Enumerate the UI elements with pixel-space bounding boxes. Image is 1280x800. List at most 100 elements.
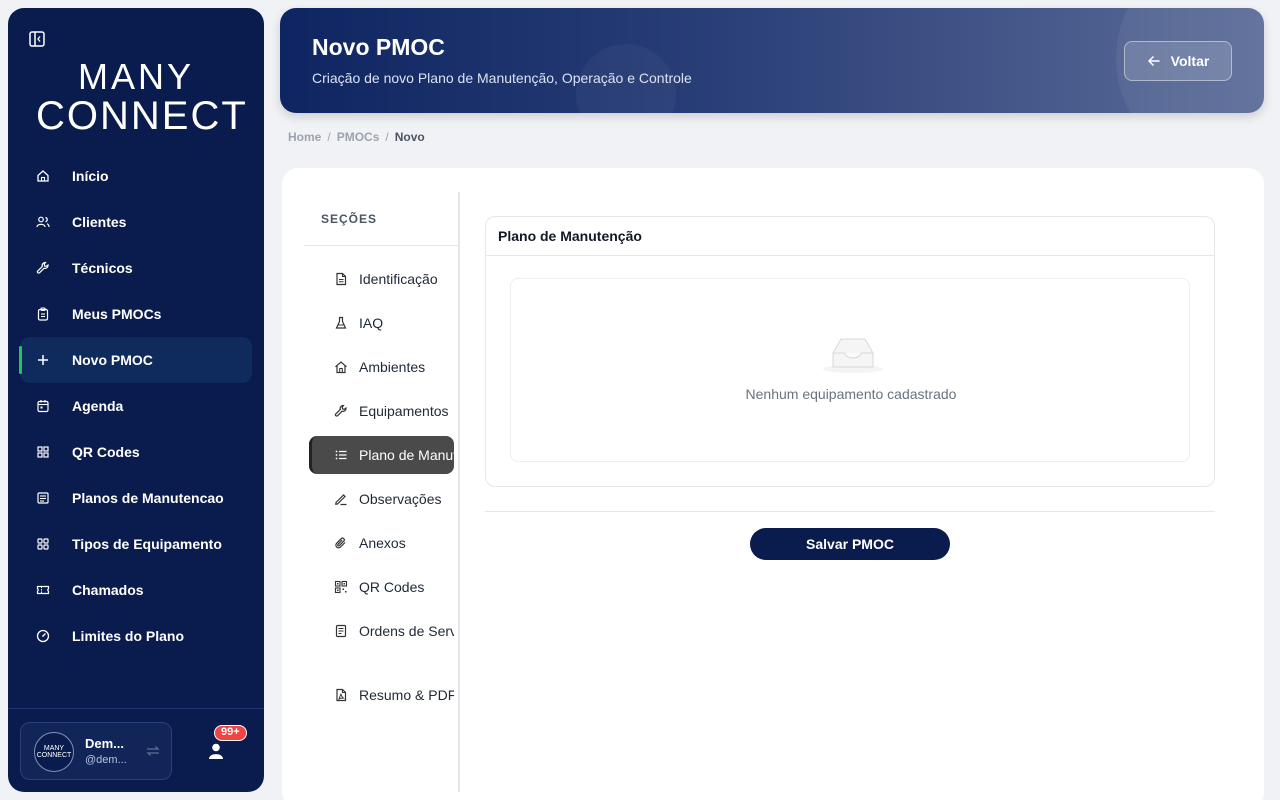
calendar-icon [36,399,50,413]
sidebar-item-label: Agenda [72,398,124,414]
back-button[interactable]: Voltar [1124,41,1232,81]
qr-grid-icon [334,580,348,594]
arrow-left-icon [1147,55,1160,67]
page-subtitle: Criação de novo Plano de Manutenção, Ope… [312,70,692,86]
sections-nav: SEÇÕES Identificação IAQ Ambientes Equip… [304,192,460,792]
sidebar-item-label: Técnicos [72,260,133,276]
sidebar-item-label: Clientes [72,214,127,230]
logo-line-1: MANY [77,56,194,97]
sidebar-item-qr-codes[interactable]: QR Codes [20,429,252,475]
nav-scroll-fade [8,668,264,708]
section-label: QR Codes [359,579,425,595]
breadcrumb-pmocs[interactable]: PMOCs [337,130,380,144]
sidebar-item-chamados[interactable]: Chamados [20,567,252,613]
sidebar-item-tecnicos[interactable]: Técnicos [20,245,252,291]
user-handle: @dem... [85,754,127,766]
section-label: Ordens de Serviço [359,623,454,639]
sidebar-item-label: Início [72,168,109,184]
flask-icon [334,316,348,330]
section-ambientes[interactable]: Ambientes [309,348,454,386]
divider [485,511,1215,512]
breadcrumb-separator: / [327,130,331,144]
section-observacoes[interactable]: Observações [309,480,454,518]
section-qr-codes[interactable]: QR Codes [309,568,454,606]
section-resumo-pdf[interactable]: Resumo & PDF [309,676,454,714]
pencil-icon [334,492,348,506]
empty-inbox-icon [821,331,885,375]
sidebar-item-label: Meus PMOCs [72,306,162,322]
wrench-icon [36,261,50,275]
sidebar-item-limites-do-plano[interactable]: Limites do Plano [20,613,252,659]
sidebar-item-novo-pmoc[interactable]: Novo PMOC [19,337,252,383]
receipt-icon [334,624,348,638]
breadcrumb-current: Novo [394,130,425,144]
home-icon [334,360,348,374]
wrench-icon [334,404,348,418]
page-header: Novo PMOC Criação de novo Plano de Manut… [280,8,1264,113]
section-equipamentos[interactable]: Equipamentos [309,392,454,430]
section-identificacao[interactable]: Identificação [309,260,454,298]
avatar-line-2: CONNECT [36,752,72,759]
sidebar-nav: Início Clientes Técnicos Meus PMOCs Novo… [19,153,252,659]
grid-icon [36,537,50,551]
paperclip-icon [334,536,348,550]
plus-icon [36,353,50,367]
breadcrumb: Home / PMOCs / Novo [288,130,431,144]
home-icon [36,169,50,183]
ticket-icon [36,583,50,597]
sidebar-item-inicio[interactable]: Início [20,153,252,199]
back-button-label: Voltar [1170,53,1210,69]
breadcrumb-separator: / [385,130,389,144]
gauge-icon [36,629,50,643]
save-pmoc-button[interactable]: Salvar PMOC [750,528,950,560]
list-icon [36,491,50,505]
brand-logo: MANY CONNECT [36,56,248,138]
section-label: Ambientes [359,359,426,375]
section-plano-de-manutencao[interactable]: Plano de Manutenção [309,436,454,474]
section-iaq[interactable]: IAQ [309,304,454,342]
sidebar-collapse-icon[interactable] [28,30,46,48]
maintenance-plan-card: Plano de Manutenção Nenhum equipamento c… [485,216,1215,487]
content-panel: SEÇÕES Identificação IAQ Ambientes Equip… [282,168,1264,800]
clipboard-icon [36,307,50,321]
sidebar-item-label: Planos de Manutencao [72,490,224,506]
sidebar-item-meus-pmocs[interactable]: Meus PMOCs [20,291,252,337]
document-icon [334,272,348,286]
section-label: Anexos [359,535,406,551]
sidebar-item-clientes[interactable]: Clientes [20,199,252,245]
sections-title: SEÇÕES [321,212,378,226]
breadcrumb-home[interactable]: Home [288,130,321,144]
swap-icon[interactable] [145,743,161,759]
qr-grid-icon [36,445,50,459]
user-area: MANY CONNECT Dem... @dem... 99+ [8,708,264,792]
avatar: MANY CONNECT [34,732,74,772]
section-anexos[interactable]: Anexos [309,524,454,562]
logo-line-2: CONNECT [36,94,248,138]
user-profile-card[interactable]: MANY CONNECT Dem... @dem... [20,722,172,780]
section-label: Plano de Manutenção [359,447,454,463]
section-label: Equipamentos [359,403,449,419]
card-title: Plano de Manutenção [498,228,642,244]
empty-state-text: Nenhum equipamento cadastrado [745,386,957,402]
sidebar-item-label: QR Codes [72,444,140,460]
sidebar-item-tipos-de-equipamento[interactable]: Tipos de Equipamento [20,521,252,567]
section-label: IAQ [359,315,384,331]
notification-badge: 99+ [214,725,247,741]
person-icon [206,741,226,766]
list-icon [334,448,348,462]
page-title: Novo PMOC [312,34,445,60]
pdf-icon [334,688,348,702]
section-label: Observações [359,491,442,507]
sidebar-item-label: Limites do Plano [72,628,185,644]
section-label: Identificação [359,271,438,287]
sidebar-item-label: Tipos de Equipamento [72,536,222,552]
section-ordens-de-servico[interactable]: Ordens de Serviço [309,612,454,650]
avatar-line-1: MANY [43,745,65,752]
user-name: Dem... [85,736,125,751]
sidebar-item-label: Chamados [72,582,144,598]
empty-state: Nenhum equipamento cadastrado [510,278,1190,462]
sidebar-item-agenda[interactable]: Agenda [20,383,252,429]
sidebar-item-planos-de-manutencao[interactable]: Planos de Manutencao [20,475,252,521]
section-label: Resumo & PDF [359,687,454,703]
sidebar: MANY CONNECT Início Clientes Técnicos Me… [8,8,264,792]
